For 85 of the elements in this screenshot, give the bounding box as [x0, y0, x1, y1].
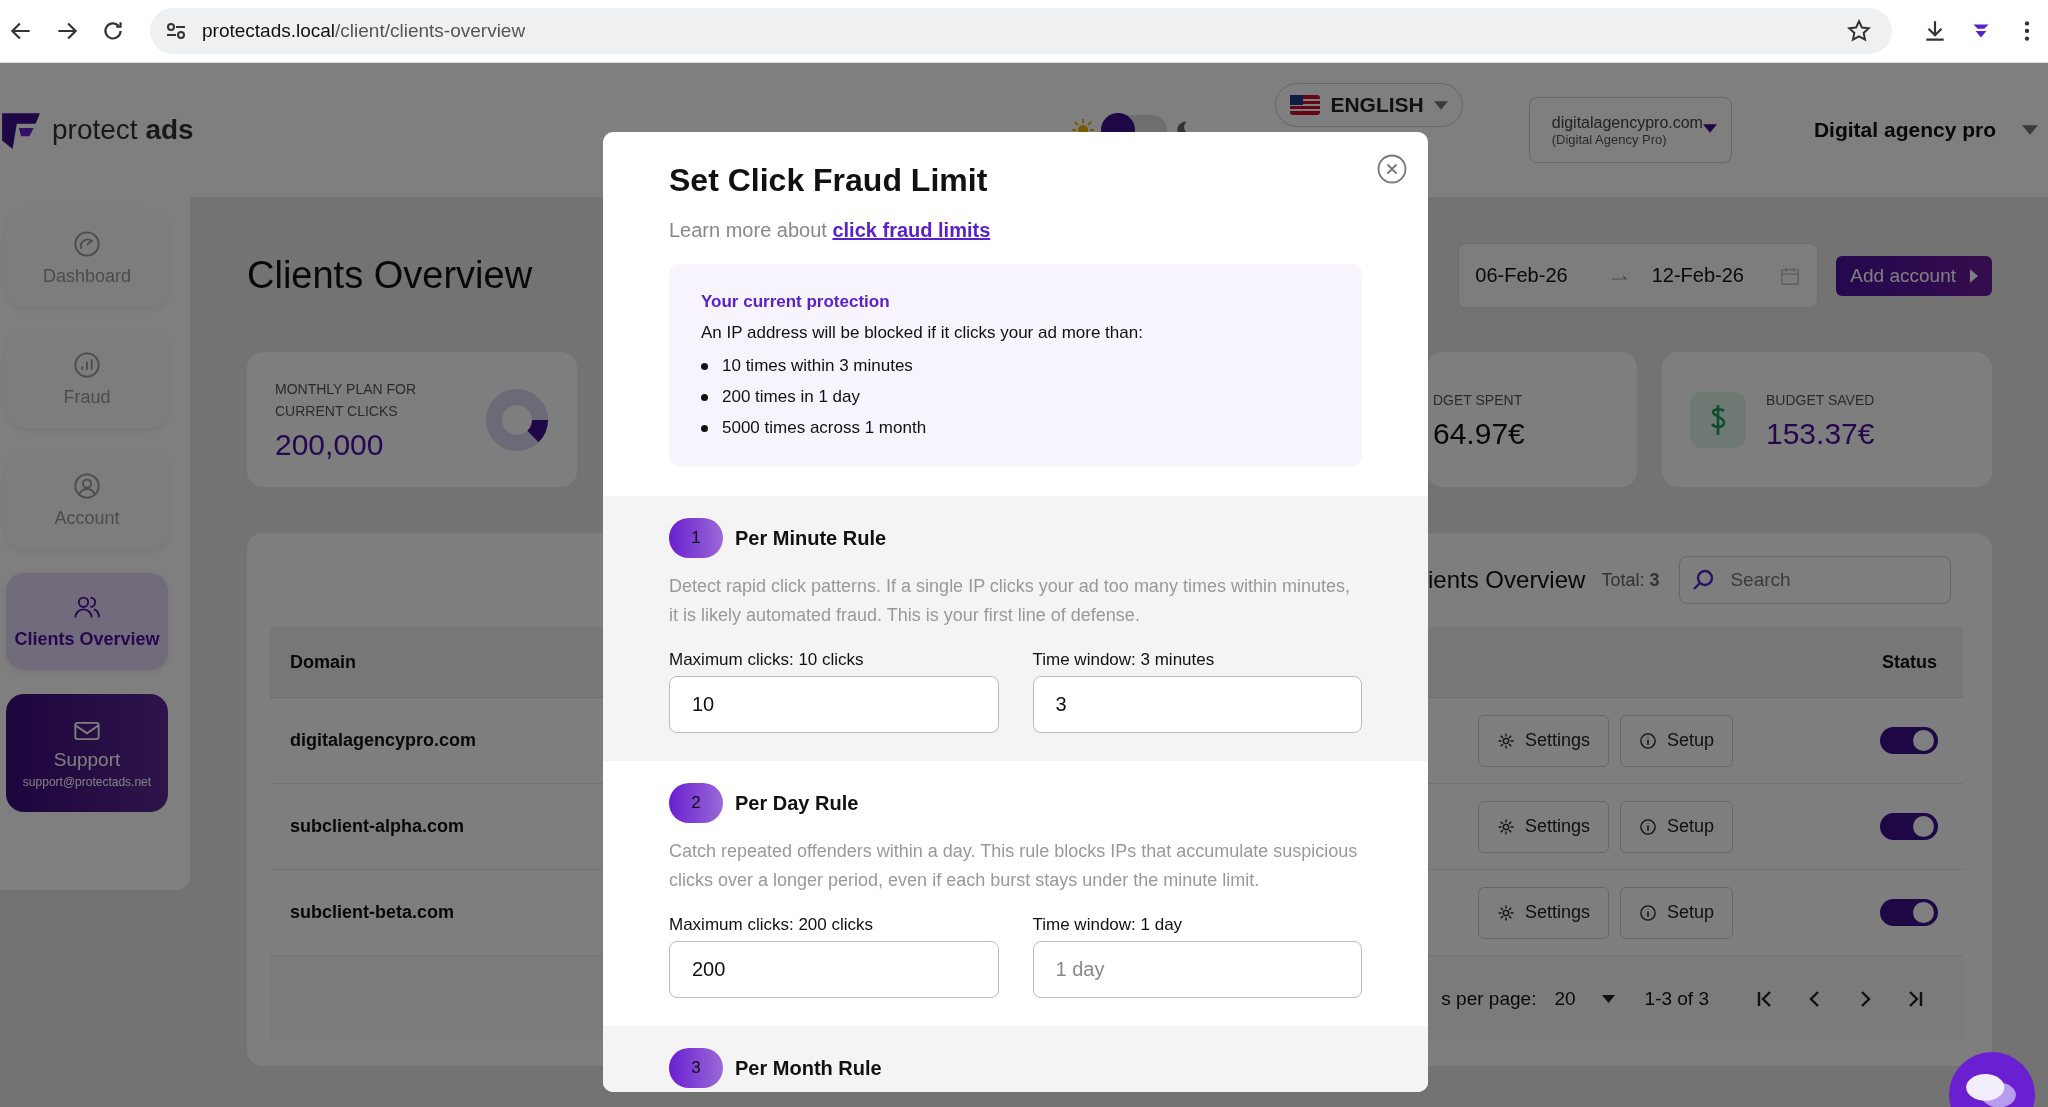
- add-account-button[interactable]: Add account: [1836, 255, 1992, 296]
- search-icon: [1691, 568, 1716, 592]
- field-label: Maximum clicks: 200 clicks: [669, 915, 875, 935]
- dollar-icon: [1690, 391, 1746, 448]
- domain-cell: subclient-alpha.com: [290, 816, 465, 837]
- sidebar-item[interactable]: Clients Overview: [6, 573, 168, 670]
- bookmark-star-icon[interactable]: [1846, 18, 1872, 44]
- step-number-badge: 1: [669, 518, 723, 558]
- bar-chart-icon: [73, 351, 101, 379]
- rule-title: Per Day Rule: [735, 791, 859, 815]
- date-range-field[interactable]: 06-Feb-26 12-Feb-26: [1458, 243, 1819, 308]
- input-field[interactable]: 10: [669, 676, 999, 733]
- caret-icon: [2022, 125, 2038, 135]
- rows-per-page-label: s per page:: [1441, 987, 1537, 1010]
- stat-label: DGET SPENT: [1433, 390, 1524, 410]
- page-range: 1-3 of 3: [1644, 987, 1709, 1010]
- settings-button[interactable]: Settings: [1477, 886, 1609, 939]
- search-field[interactable]: Search: [1679, 556, 1952, 604]
- setup-button[interactable]: Setup: [1619, 800, 1733, 853]
- field-label: Time window: 3 minutes: [1032, 650, 1216, 670]
- page-title: Clients Overview: [247, 254, 533, 297]
- info-icon: [1638, 817, 1657, 836]
- rows-per-page-select[interactable]: 20: [1554, 987, 1615, 1010]
- bullet-icon: [701, 424, 708, 432]
- support-email: support@protectads.net: [22, 775, 152, 789]
- gear-icon: [1496, 817, 1515, 836]
- stat-value: 153.37€: [1766, 416, 1876, 451]
- caret-icon: [1433, 100, 1448, 110]
- bullet-icon: [701, 362, 708, 370]
- field-label: Maximum clicks: 10 clicks: [669, 650, 865, 670]
- address-bar[interactable]: protectads.local/client/clients-overview: [150, 8, 1892, 54]
- table-title: ients Overview: [1428, 566, 1586, 594]
- setup-button[interactable]: Setup: [1619, 714, 1733, 767]
- click-fraud-limits-link[interactable]: click fraud limits: [832, 219, 991, 241]
- url-text: protectads.local/client/clients-overview: [202, 20, 527, 42]
- logo-text: protect ads: [52, 114, 194, 146]
- stat-label: MONTHLY PLAN FOR CURRENT CLICKS: [275, 379, 418, 421]
- status-toggle[interactable]: [1880, 813, 1938, 840]
- support-label: Support: [53, 749, 121, 771]
- input-field[interactable]: 3: [1032, 676, 1362, 733]
- column-header: Domain: [290, 651, 356, 673]
- settings-button[interactable]: Settings: [1477, 800, 1609, 853]
- stat-label: BUDGET SAVED: [1766, 390, 1876, 410]
- rule-title: Per Month Rule: [735, 1056, 882, 1080]
- caret-icon: [1970, 268, 1978, 283]
- input-field[interactable]: 200: [669, 941, 999, 998]
- step-number-badge: 3: [669, 1048, 723, 1088]
- bullet-icon: [701, 393, 708, 401]
- rule-description: Detect rapid click patterns. If a single IP clicks your ad too many times within minutes, it is likely automated fraud. This is your first line of defense.: [669, 575, 1351, 627]
- caret-icon: [1702, 124, 1717, 133]
- caret-icon: [1601, 994, 1615, 1003]
- stat-value: 200,000: [275, 427, 385, 462]
- status-toggle[interactable]: [1880, 899, 1938, 926]
- domain-cell: digitalagencypro.com: [290, 730, 477, 751]
- user-menu[interactable]: Digital agency pro: [1813, 118, 2038, 142]
- learn-more-text: Learn more about click fraud limits: [669, 219, 992, 242]
- support-card[interactable]: Support support@protectads.net: [6, 694, 168, 812]
- settings-button[interactable]: Settings: [1477, 714, 1609, 767]
- user-icon: [73, 472, 101, 500]
- rule-description: Catch repeated offenders within a day. This rule blocks IPs that accumulate suspicious clicks over a longer period, even if each burst stays under the minute limit.: [669, 840, 1359, 892]
- protection-item: 200 times in 1 day: [722, 387, 860, 407]
- close-icon[interactable]: [1377, 154, 1407, 184]
- protection-item: 5000 times across 1 month: [722, 418, 927, 438]
- domain-cell: subclient-beta.com: [290, 902, 455, 923]
- step-number-badge: 2: [669, 783, 723, 823]
- us-flag-icon: [1290, 95, 1321, 115]
- status-toggle[interactable]: [1880, 727, 1938, 754]
- protection-item: 10 times within 3 minutes: [722, 356, 913, 376]
- protection-text: An IP address will be blocked if it clicks your ad more than:: [701, 323, 1144, 343]
- info-icon: [1638, 731, 1657, 750]
- account-select[interactable]: digitalagencypro.com (Digital Agency Pro): [1528, 97, 1732, 163]
- dialog-title: Set Click Fraud Limit: [669, 162, 989, 199]
- stat-value: 64.97€: [1433, 416, 1526, 451]
- info-icon: [1638, 903, 1657, 922]
- field-label: Time window: 1 day: [1032, 915, 1184, 935]
- rule-title: Per Minute Rule: [735, 526, 887, 550]
- gauge-icon: [73, 230, 101, 258]
- protection-heading: Your current protection: [701, 292, 891, 312]
- input-field[interactable]: 1 day: [1032, 941, 1362, 998]
- setup-button[interactable]: Setup: [1619, 886, 1733, 939]
- total-count: Total: 3: [1601, 569, 1660, 591]
- donut-chart-drawing: [485, 387, 549, 452]
- gear-icon: [1496, 731, 1515, 750]
- gear-icon: [1496, 903, 1515, 922]
- column-header: Status: [1882, 651, 1937, 673]
